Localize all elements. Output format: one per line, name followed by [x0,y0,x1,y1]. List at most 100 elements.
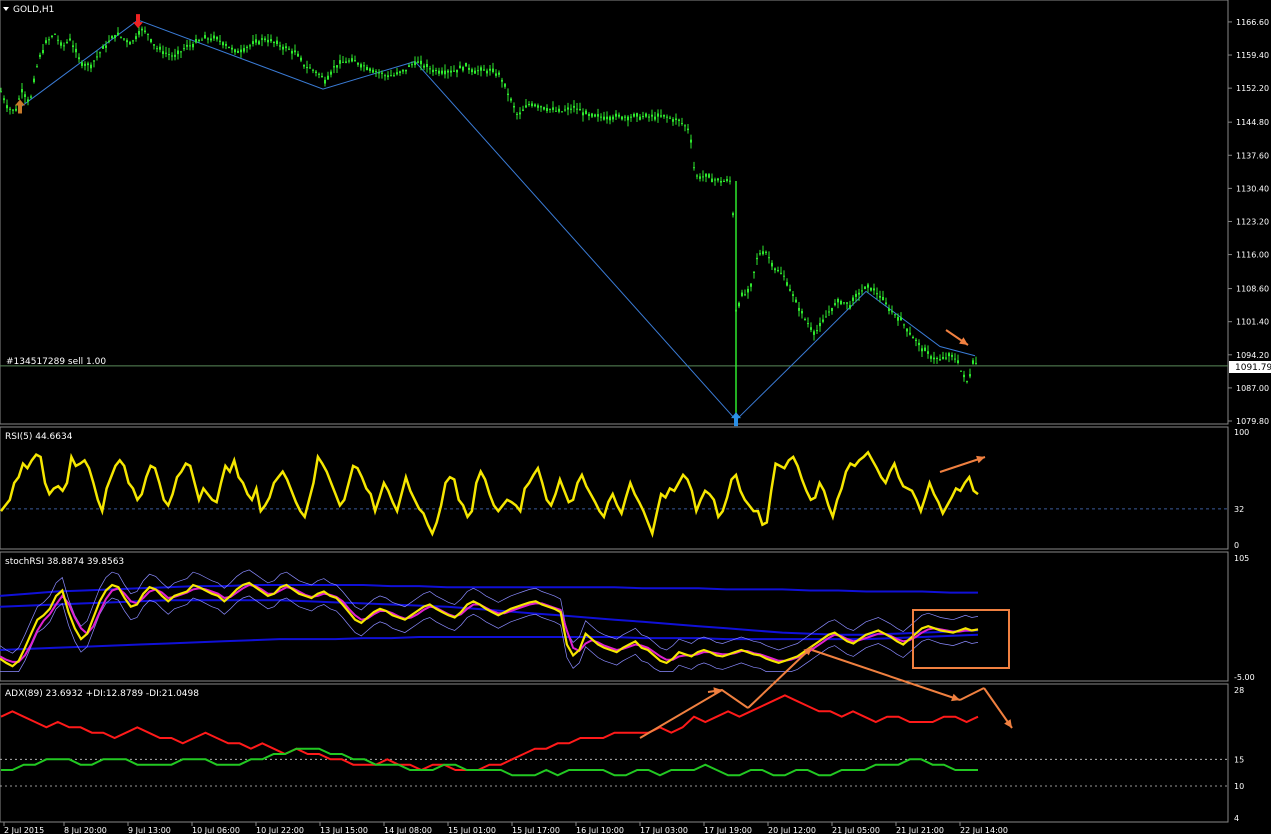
candle-body [789,289,791,291]
candle-body [333,66,335,68]
candle-body [276,40,278,44]
candle-body [912,336,914,339]
candle-body [819,322,821,327]
x-tick-label: 10 Jul 06:00 [192,826,240,834]
candle-body [438,70,440,74]
candle-body [888,308,890,311]
candle-body [267,39,269,43]
candle-body [96,56,98,58]
candle-body [756,257,758,260]
candle-body [213,35,215,39]
candle-body [459,65,461,69]
candle-body [615,113,617,117]
candle-body [843,302,845,304]
candle-body [321,75,323,78]
candle-body [429,68,431,70]
candle-body [486,70,488,74]
candle-body [924,347,926,352]
stochrsi-panel-title: stochRSI 38.8874 39.8563 [5,557,124,567]
annotation-adx-peak [959,687,985,701]
candle-body [138,31,140,35]
candle-body [969,374,971,377]
price-panel-title: GOLD,H1 [13,5,54,15]
candle-body [177,50,179,55]
candle-body [126,40,128,43]
candle-body [282,46,284,50]
candle-body [48,39,50,41]
candle-body [834,303,836,306]
collapse-triangle-icon[interactable] [3,7,9,11]
candle-body [687,128,689,131]
annotation-arrow-adx-down-head [1004,719,1012,728]
annotation-arrow-rsi-head [976,455,985,464]
price-y-tick-label: 1130.40 [1236,184,1269,193]
candle-body [204,35,206,39]
candle-body [708,174,710,178]
candle-body [537,105,539,108]
candle-body [918,342,920,346]
candle-body [774,268,776,271]
candle-body [729,180,731,182]
candle-body [531,103,533,107]
candle-body [3,98,5,101]
candle-body [963,374,965,378]
candle-body [375,71,377,73]
candle-body [570,108,572,110]
candle-body [63,45,65,47]
candle-body [231,47,233,50]
price-y-tick-label: 1079.80 [1236,417,1269,426]
candle-body [783,275,785,277]
annotation-arrows-layer [639,329,1013,739]
candle-body [771,262,773,267]
x-tick-label: 17 Jul 19:00 [704,826,752,834]
annotation-arrow-price-head [959,337,968,345]
candle-body [945,357,947,359]
candle-body [24,94,26,98]
candle-body [816,330,818,332]
candle-body [252,41,254,44]
candle-body [240,49,242,53]
candle-body [525,105,527,108]
candle-body [801,311,803,314]
candle-body [621,116,623,120]
candle-body [39,54,41,57]
candle-body [120,36,122,38]
candle-body [900,317,902,321]
candle-body [123,38,125,40]
candle-body [585,110,587,115]
candle-body [588,113,590,117]
candle-body [894,314,896,316]
candle-body [822,319,824,322]
adx-panel-frame [0,683,1229,823]
candle-body [294,50,296,53]
rsi-line [0,450,979,539]
candle-body [471,69,473,73]
candle-body [99,52,101,54]
candle-body [714,179,716,181]
candle-body [90,64,92,69]
candle-body [129,41,131,45]
candle-body [60,42,62,46]
price-y-tick-label: 1094.20 [1236,351,1269,360]
adx-y-tick-label: 4 [1234,814,1239,823]
candle-body [648,116,650,118]
candle-body [540,106,542,108]
candle-body [492,68,494,73]
candle-body [384,75,386,77]
candle-body [51,35,53,37]
candle-body [444,70,446,75]
candle-body [861,290,863,292]
x-tick-label: 15 Jul 17:00 [512,826,560,834]
candle-body [6,105,8,109]
candle-body [168,54,170,56]
candle-body [477,70,479,72]
candle-body [915,339,917,342]
candle-body [753,271,755,273]
rsi-panel-frame [0,426,1229,550]
candle-body [543,107,545,110]
candle-body [804,318,806,320]
adx-minus-di-line [0,694,979,772]
candle-body [930,356,932,359]
candle-body [564,109,566,111]
rsi-panel-title: RSI(5) 44.6634 [5,432,73,442]
